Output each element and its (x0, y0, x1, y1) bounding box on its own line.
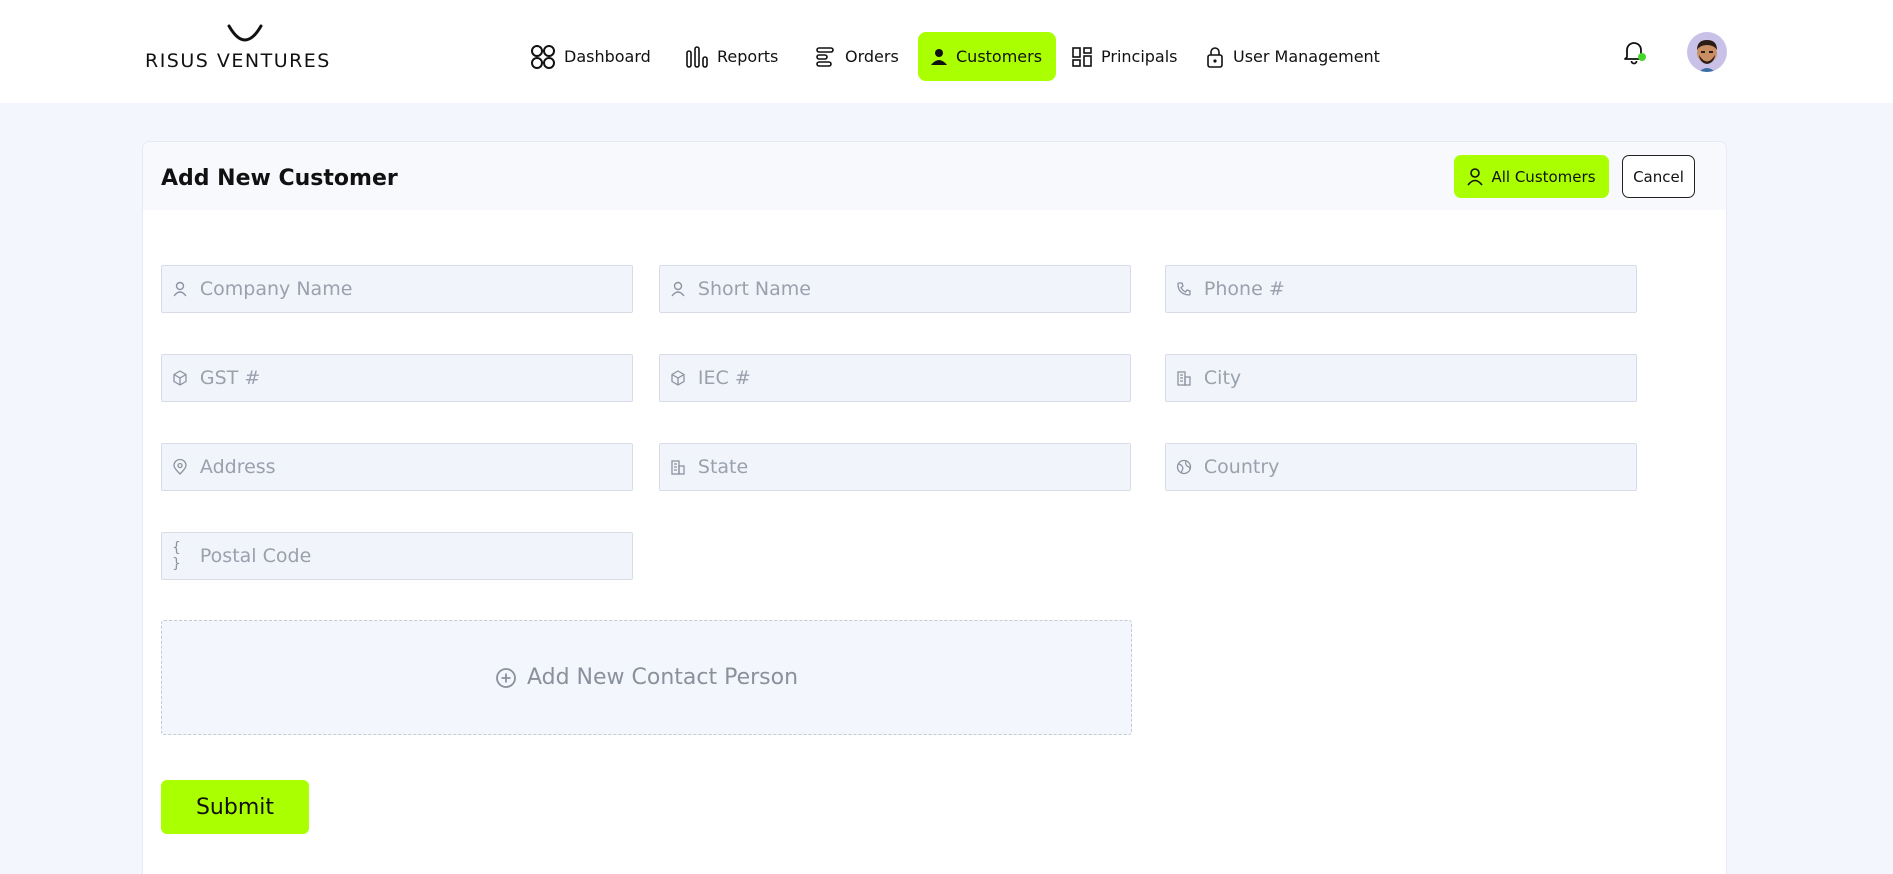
add-customer-card: Add New Customer All Customers Cancel Co… (142, 141, 1727, 874)
brand-logo[interactable]: RISUS VENTURES (145, 24, 345, 74)
state-field[interactable] (659, 443, 1131, 491)
submit-button[interactable]: Submit (161, 780, 309, 834)
address-field[interactable] (161, 443, 633, 491)
nav-customers[interactable]: Customers (918, 32, 1056, 81)
phone-field[interactable] (1165, 265, 1637, 313)
building-icon (670, 458, 687, 476)
add-contact-person-button[interactable]: Add New Contact Person (161, 620, 1132, 735)
globe-icon (1176, 458, 1193, 476)
customer-icon (931, 48, 947, 65)
short-name-input[interactable] (697, 266, 1130, 312)
gst-field[interactable] (161, 354, 633, 402)
top-navigation-bar: RISUS VENTURES Dashboard Reports Orders (0, 0, 1893, 103)
cancel-button[interactable]: Cancel (1622, 155, 1695, 198)
nav-reports[interactable]: Reports (673, 32, 790, 81)
building-icon (1176, 369, 1193, 387)
avatar-face-icon (1697, 40, 1717, 72)
box-icon (172, 369, 189, 387)
user-avatar[interactable] (1687, 32, 1727, 72)
postal-code-field[interactable]: { } (161, 532, 633, 580)
reports-icon (686, 45, 708, 68)
plus-circle-icon (496, 667, 516, 688)
brand-name: RISUS VENTURES (145, 50, 331, 72)
iec-input[interactable] (697, 355, 1130, 401)
all-customers-button[interactable]: All Customers (1454, 155, 1609, 198)
iec-field[interactable] (659, 354, 1131, 402)
user-icon (172, 280, 189, 298)
postal-code-input[interactable] (199, 533, 632, 579)
nav-customers-label: Customers (956, 47, 1043, 66)
company-name-input[interactable] (199, 266, 632, 312)
nav-principals-label: Principals (1101, 47, 1178, 66)
gst-input[interactable] (199, 355, 632, 401)
short-name-field[interactable] (659, 265, 1131, 313)
phone-icon (1176, 280, 1193, 298)
nav-dashboard-label: Dashboard (564, 47, 651, 66)
lock-icon (1207, 46, 1223, 68)
card-header: Add New Customer All Customers Cancel (143, 142, 1726, 210)
user-icon (1467, 167, 1484, 186)
phone-input[interactable] (1203, 266, 1636, 312)
braces-icon: { } (172, 540, 181, 572)
state-input[interactable] (697, 444, 1130, 490)
page-title: Add New Customer (161, 166, 398, 191)
principals-icon (1072, 46, 1092, 67)
nav-reports-label: Reports (717, 47, 779, 66)
location-pin-icon (172, 458, 189, 476)
nav-dashboard[interactable]: Dashboard (518, 32, 663, 81)
add-contact-label: Add New Contact Person (526, 665, 799, 690)
bell-icon[interactable] (1620, 38, 1648, 66)
country-field[interactable] (1165, 443, 1637, 491)
country-input[interactable] (1203, 444, 1636, 490)
address-input[interactable] (199, 444, 632, 490)
box-icon (670, 369, 687, 387)
city-input[interactable] (1203, 355, 1636, 401)
user-icon (670, 280, 687, 298)
nav-orders-label: Orders (845, 47, 899, 66)
nav-orders[interactable]: Orders (803, 32, 911, 81)
all-customers-label: All Customers (1491, 167, 1596, 186)
city-field[interactable] (1165, 354, 1637, 402)
dashboard-icon (531, 44, 555, 69)
nav-user-management-label: User Management (1233, 47, 1380, 66)
nav-user-management[interactable]: User Management (1193, 32, 1392, 81)
logo-smile-icon (227, 24, 263, 42)
nav-principals[interactable]: Principals (1059, 32, 1190, 81)
orders-icon (816, 46, 834, 67)
company-name-field[interactable] (161, 265, 633, 313)
